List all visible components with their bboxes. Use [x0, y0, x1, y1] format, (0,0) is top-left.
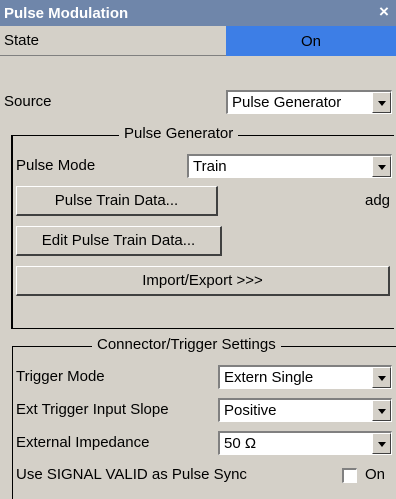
connector-trigger-group-title: Connector/Trigger Settings [92, 336, 281, 353]
signal-valid-sync-label: Use SIGNAL VALID as Pulse Sync [16, 466, 247, 483]
pulse-train-data-button-label: Pulse Train Data... [54, 192, 179, 209]
trigger-mode-select[interactable]: Extern Single [218, 365, 392, 389]
trigger-mode-label: Trigger Mode [16, 368, 105, 385]
chevron-down-icon[interactable] [372, 433, 391, 454]
pulse-train-data-file: adg [365, 192, 391, 209]
pulse-train-data-button[interactable]: Pulse Train Data... [16, 186, 218, 216]
trigger-mode-value: Extern Single [224, 369, 314, 386]
external-impedance-select[interactable]: 50 Ω [218, 431, 392, 455]
pulse-mode-select[interactable]: Train [187, 154, 392, 178]
pulse-generator-group-title: Pulse Generator [119, 125, 239, 142]
edit-pulse-train-data-button-label: Edit Pulse Train Data... [41, 232, 196, 249]
dialog-title: Pulse Modulation [4, 4, 129, 22]
chevron-down-icon[interactable] [372, 156, 391, 177]
external-impedance-label: External Impedance [16, 434, 150, 451]
ext-trigger-slope-label: Ext Trigger Input Slope [16, 401, 169, 418]
signal-valid-sync-checkbox[interactable] [342, 468, 357, 483]
pulse-mode-value: Train [193, 158, 227, 175]
source-label: Source [4, 93, 52, 110]
state-label: State [4, 32, 40, 49]
edit-pulse-train-data-button[interactable]: Edit Pulse Train Data... [16, 226, 222, 256]
pulse-mode-label: Pulse Mode [16, 157, 96, 174]
ext-trigger-slope-select[interactable]: Positive [218, 398, 392, 422]
state-row: State On [0, 26, 396, 56]
chevron-down-icon[interactable] [372, 367, 391, 388]
external-impedance-value: 50 Ω [224, 435, 257, 452]
state-value: On [300, 32, 321, 50]
close-icon[interactable]: × [374, 2, 394, 22]
chevron-down-icon[interactable] [372, 400, 391, 421]
import-export-button-label: Import/Export >>> [142, 272, 263, 289]
dialog-titlebar: Pulse Modulation × [0, 0, 396, 26]
source-select[interactable]: Pulse Generator [226, 90, 392, 114]
ext-trigger-slope-value: Positive [224, 402, 277, 419]
pulse-generator-group-left-edge [11, 135, 13, 329]
state-toggle-button[interactable]: On [226, 26, 396, 56]
signal-valid-sync-checkbox-label[interactable]: On [365, 466, 385, 483]
chevron-down-icon[interactable] [372, 92, 391, 113]
import-export-button[interactable]: Import/Export >>> [16, 266, 390, 296]
dialog-body: State On Source Pulse Generator Pulse Ge… [0, 26, 396, 499]
source-value: Pulse Generator [232, 94, 342, 111]
